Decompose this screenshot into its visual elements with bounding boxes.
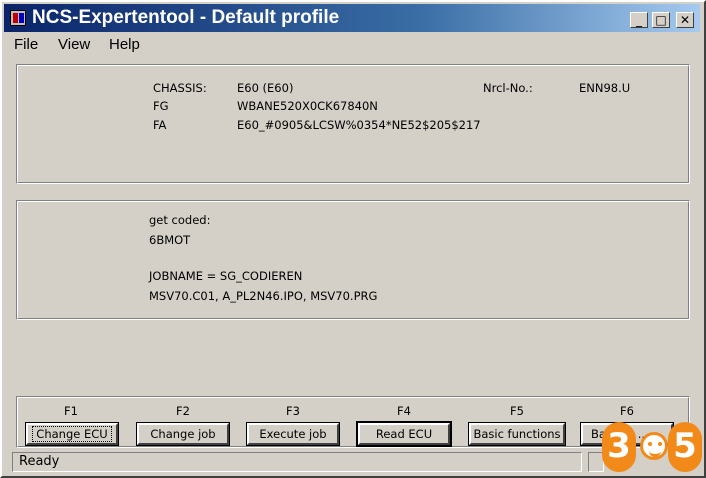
status-bar: Ready [12,452,582,472]
job-line-jobname: JOBNAME = SG_CODIEREN [149,269,303,283]
menu-help[interactable]: Help [109,36,140,53]
menu-file[interactable]: File [14,36,38,53]
fkey-f4-label: F4 [397,404,411,418]
watermark-digit-5: 5 [668,422,702,472]
chassis-value: E60 (E60) [237,81,294,95]
nrcl-value: ENN98.U [579,81,631,95]
basic-functions-button[interactable]: Basic functions [468,422,566,446]
change-job-button[interactable]: Change job [136,422,230,446]
read-ecu-button[interactable]: Read ECU [356,421,452,447]
fkey-f3-label: F3 [286,404,300,418]
fa-value: E60_#0905&LCSW%0354*NE52$205$217 [237,118,481,132]
job-line-ecu: 6BMOT [149,233,191,247]
menu-view[interactable]: View [58,36,90,53]
fg-label: FG [153,99,169,113]
close-button[interactable]: ✕ [676,12,694,28]
status-text: Ready [19,454,60,469]
watermark-digit-3: 3 [602,422,636,472]
execute-job-button[interactable]: Execute job [246,422,340,446]
change-ecu-button-label: Change ECU [32,426,112,442]
fkey-f2-label: F2 [176,404,190,418]
fkey-f5-label: F5 [510,404,524,418]
window-title: NCS-Expertentool - Default profile [32,7,340,28]
title-bar[interactable]: NCS-Expertentool - Default profile _ □ ✕ [4,4,700,32]
menu-bar: File View Help [4,34,700,56]
watermark-smiley-icon [640,432,668,460]
job-info-panel: get coded: 6BMOT JOBNAME = SG_CODIEREN M… [16,200,690,320]
change-ecu-button[interactable]: Change ECU [25,422,119,446]
nrcl-label: Nrcl-No.: [483,81,533,95]
maximize-button[interactable]: □ [652,12,670,28]
chassis-label: CHASSIS: [153,81,207,95]
main-window: NCS-Expertentool - Default profile _ □ ✕… [0,0,706,478]
fkey-f6-label: F6 [620,404,634,418]
job-line-files: MSV70.C01, A_PL2N46.IPO, MSV70.PRG [149,289,378,303]
fa-label: FA [153,118,167,132]
app-icon[interactable] [10,10,26,26]
minimize-button[interactable]: _ [630,12,648,28]
job-line-get-coded: get coded: [149,213,211,227]
vehicle-info-panel: CHASSIS: E60 (E60) Nrcl-No.: ENN98.U FG … [16,64,690,184]
fkey-f1-label: F1 [64,404,78,418]
fg-value: WBANE520X0CK67840N [237,99,378,113]
